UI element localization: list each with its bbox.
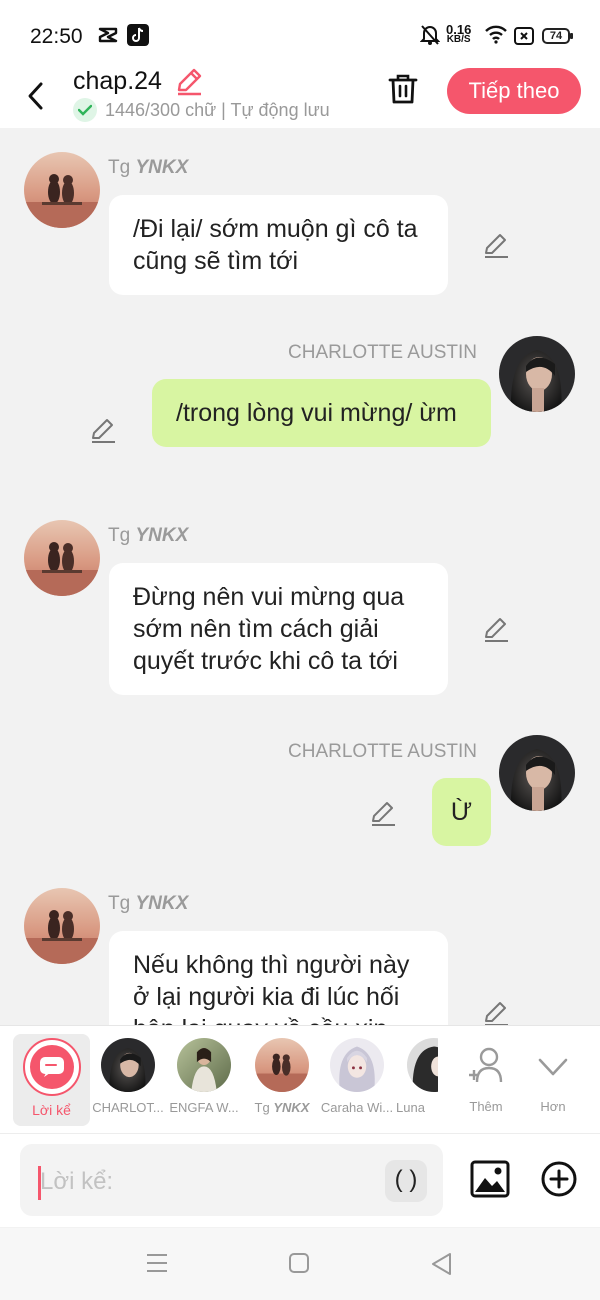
more-characters-button[interactable]: Hơn bbox=[513, 1034, 593, 1114]
character-name: Luna bbox=[396, 1100, 425, 1115]
character-luna[interactable]: Luna bbox=[392, 1034, 438, 1115]
edit-title-pencil-icon[interactable] bbox=[174, 66, 204, 101]
avatar-tg-ynkx[interactable] bbox=[24, 888, 100, 964]
character-name: CHARLOT... bbox=[92, 1100, 164, 1115]
avatar-charlotte-austin[interactable] bbox=[499, 735, 575, 811]
avatar-tg-ynkx[interactable] bbox=[24, 152, 100, 228]
character-name: ENGFA W... bbox=[169, 1100, 239, 1115]
edit-message-pencil-icon[interactable] bbox=[482, 999, 510, 1025]
add-person-icon bbox=[469, 1047, 503, 1083]
screen-record-icon bbox=[514, 27, 534, 50]
back-button[interactable] bbox=[20, 72, 54, 112]
message-list[interactable]: Tg YNKX /Đi lại/ sớm muộn gì cô ta cũng … bbox=[0, 128, 600, 1025]
narration-input[interactable]: Lời kể: ( ) bbox=[20, 1144, 443, 1216]
character-selector: Lời kể CHARLOT... ENGFA W... Tg YNKX Car… bbox=[0, 1025, 600, 1133]
menu-icon[interactable] bbox=[145, 1252, 169, 1279]
more-options-button[interactable] bbox=[541, 1161, 577, 1202]
character-avatar bbox=[177, 1038, 231, 1092]
message-sender: Tg YNKX bbox=[108, 893, 188, 915]
sender-name: YNKX bbox=[135, 893, 189, 914]
input-placeholder: Lời kể: bbox=[40, 1168, 114, 1195]
back-arrow-icon bbox=[28, 82, 43, 110]
character-name-main: YNKX bbox=[273, 1100, 310, 1115]
message-bubble[interactable]: /Đi lại/ sớm muộn gì cô ta cũng sẽ tìm t… bbox=[109, 195, 448, 295]
sender-prefix: Tg bbox=[108, 893, 131, 914]
tiktok-icon bbox=[127, 24, 149, 51]
message-bubble[interactable]: Ừ bbox=[432, 778, 491, 846]
plus-circle-icon bbox=[541, 1161, 577, 1197]
save-status: 1446/300 chữ | Tự động lưu bbox=[73, 98, 330, 122]
character-avatar bbox=[330, 1038, 384, 1092]
edit-message-pencil-icon[interactable] bbox=[89, 416, 117, 449]
compose-bar: Lời kể: ( ) bbox=[0, 1133, 600, 1227]
character-engfa[interactable]: ENGFA W... bbox=[164, 1034, 244, 1115]
insert-image-button[interactable] bbox=[470, 1160, 510, 1203]
battery-indicator: 74 bbox=[542, 28, 573, 44]
network-speed: 0.16 KB/S bbox=[446, 23, 471, 45]
message-bubble[interactable]: /trong lòng vui mừng/ ừm bbox=[152, 379, 491, 447]
status-bar: 22:50 0.16 KB/S 74 bbox=[0, 0, 600, 64]
message-sender: Tg YNKX bbox=[108, 157, 188, 179]
mute-bell-icon bbox=[419, 24, 441, 51]
status-time: 22:50 bbox=[30, 25, 83, 48]
narrator-icon-ring bbox=[22, 1038, 81, 1096]
sender-prefix: Tg bbox=[108, 157, 131, 178]
wifi-icon bbox=[484, 24, 508, 49]
net-speed-unit: KB/S bbox=[446, 34, 471, 45]
sender-prefix: Tg bbox=[108, 525, 131, 546]
sender-name: YNKX bbox=[135, 157, 189, 178]
character-name-prefix: Tg bbox=[254, 1100, 270, 1115]
narrator-option[interactable]: Lời kể bbox=[13, 1034, 90, 1126]
avatar-tg-ynkx[interactable] bbox=[24, 520, 100, 596]
image-icon bbox=[470, 1160, 510, 1198]
message-sender: CHARLOTTE AUSTIN bbox=[288, 741, 477, 762]
character-avatar bbox=[407, 1038, 438, 1092]
character-charlotte[interactable]: CHARLOT... bbox=[88, 1034, 168, 1115]
next-button[interactable]: Tiếp theo bbox=[447, 68, 581, 114]
message-sender: Tg YNKX bbox=[108, 525, 188, 547]
narrator-chat-icon bbox=[29, 1045, 74, 1089]
character-tg-ynkx[interactable]: Tg YNKX bbox=[242, 1034, 322, 1115]
message-sender: CHARLOTTE AUSTIN bbox=[288, 342, 477, 363]
character-avatar bbox=[101, 1038, 155, 1092]
capcut-icon bbox=[97, 24, 119, 51]
chevron-down-icon bbox=[538, 1058, 568, 1076]
message-bubble[interactable]: Đừng nên vui mừng qua sớm nên tìm cách g… bbox=[109, 563, 448, 695]
back-triangle-icon[interactable] bbox=[430, 1252, 454, 1281]
more-label: Hơn bbox=[540, 1099, 566, 1114]
home-icon[interactable] bbox=[288, 1252, 310, 1279]
narrator-label: Lời kể bbox=[32, 1102, 71, 1118]
check-icon bbox=[73, 98, 97, 122]
word-count-autosave: 1446/300 chữ | Tự động lưu bbox=[105, 99, 330, 120]
chapter-title[interactable]: chap.24 bbox=[73, 67, 162, 96]
message-bubble[interactable]: Nếu không thì người này ở lại người kia … bbox=[109, 931, 448, 1025]
system-nav-bar bbox=[0, 1228, 600, 1300]
sender-name: YNKX bbox=[135, 525, 189, 546]
editor-header: chap.24 1446/300 chữ | Tự động lưu Tiếp … bbox=[0, 64, 600, 128]
delete-button[interactable] bbox=[386, 72, 420, 111]
character-avatar bbox=[255, 1038, 309, 1092]
character-name: Tg YNKX bbox=[242, 1100, 322, 1115]
edit-message-pencil-icon[interactable] bbox=[482, 615, 510, 648]
avatar-charlotte-austin[interactable] bbox=[499, 336, 575, 412]
edit-message-pencil-icon[interactable] bbox=[369, 799, 397, 832]
edit-message-pencil-icon[interactable] bbox=[482, 231, 510, 264]
parentheses-button[interactable]: ( ) bbox=[385, 1160, 427, 1202]
trash-icon bbox=[388, 74, 418, 104]
character-name: Caraha Wi... bbox=[320, 1100, 394, 1115]
character-caraha[interactable]: Caraha Wi... bbox=[317, 1034, 397, 1115]
